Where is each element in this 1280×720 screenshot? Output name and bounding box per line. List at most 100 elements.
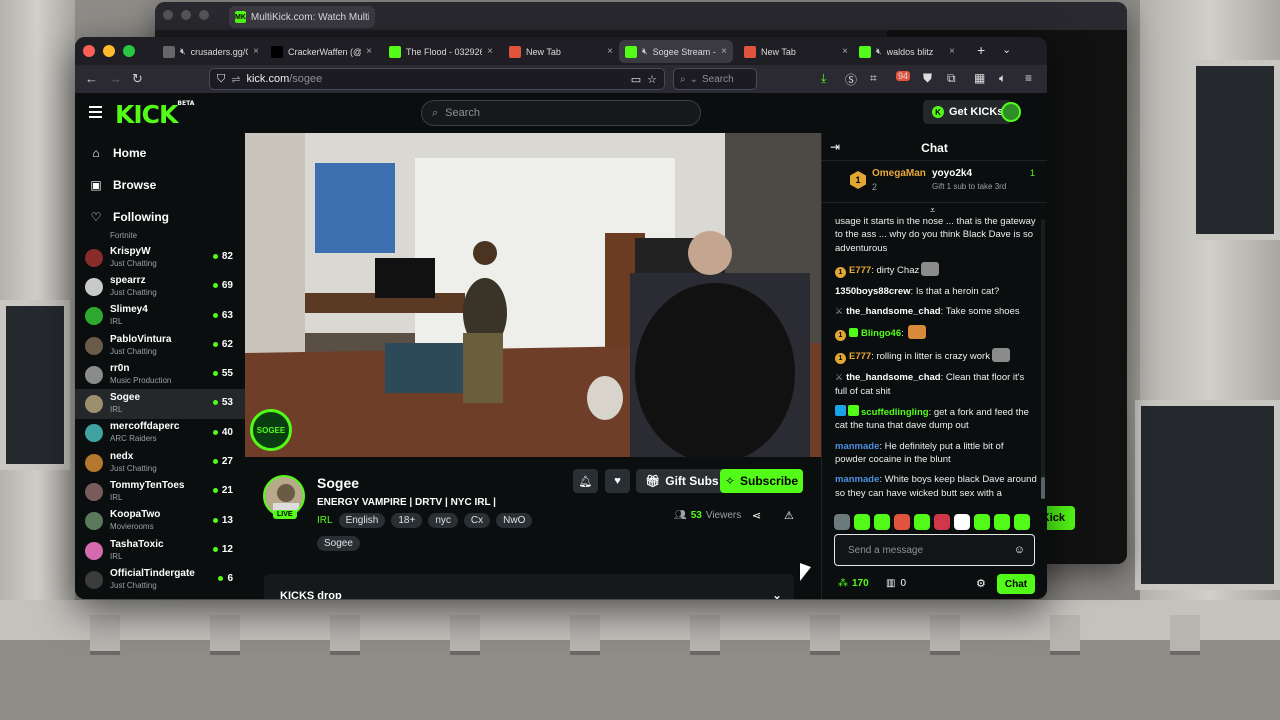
browser-tab[interactable]: 🔇︎ waldos blitz × bbox=[853, 40, 961, 63]
leaderboard-user[interactable]: OmegaMan bbox=[872, 168, 926, 179]
kicks-drop-panel[interactable]: KICKS drop ⌄ bbox=[264, 574, 794, 599]
stream-category[interactable]: IRL bbox=[317, 515, 333, 526]
speaker-icon[interactable]: 🔈︎ bbox=[999, 71, 1006, 86]
stream-tag[interactable]: Sogee bbox=[317, 536, 360, 551]
chat-username[interactable]: E777 bbox=[849, 265, 871, 276]
list-tabs-chevron-icon[interactable]: ⌄ bbox=[1002, 43, 1011, 56]
tab-close-icon[interactable]: × bbox=[253, 46, 259, 57]
tab-close-icon[interactable]: × bbox=[842, 46, 848, 57]
following-item[interactable]: PabloVintura Just Chatting 62 bbox=[75, 331, 245, 360]
reload-icon[interactable]: ↻ bbox=[132, 71, 143, 87]
chat-users[interactable]: ▥ 0 bbox=[886, 578, 906, 589]
hamburger-menu-icon[interactable] bbox=[89, 106, 102, 121]
search-bar[interactable]: ⌕ ⌄ Search bbox=[673, 68, 757, 90]
emote-icon[interactable] bbox=[854, 514, 870, 530]
gift-subs-button[interactable]: 🎁︎ Gift Subs bbox=[636, 469, 728, 493]
chat-settings-gear-icon[interactable]: ⚙ bbox=[976, 577, 986, 590]
video-player[interactable]: SOGEE bbox=[245, 133, 821, 457]
leaderboard-user[interactable]: yoyo2k4 bbox=[932, 168, 972, 179]
streamer-name[interactable]: Sogee bbox=[317, 475, 359, 491]
chat-send-button[interactable]: Chat bbox=[997, 574, 1035, 594]
following-item[interactable]: OfficialTindergate Just Chatting 6 bbox=[75, 565, 245, 594]
browser-tab[interactable]: The Flood - 032926 - × bbox=[383, 40, 499, 63]
sidebar-item-following[interactable]: ♡ Following bbox=[89, 201, 245, 233]
browser-tab[interactable]: New Tab × bbox=[738, 40, 854, 63]
following-item[interactable]: KrispyW Just Chatting 82 bbox=[75, 243, 245, 272]
shield-icon[interactable]: ⛉ bbox=[217, 73, 225, 86]
following-item[interactable]: rr0n Music Production 55 bbox=[75, 360, 245, 389]
back-arrow-icon[interactable]: ← bbox=[85, 71, 98, 86]
grid-icon[interactable]: ▦ bbox=[974, 71, 985, 85]
tab-close-icon[interactable]: × bbox=[487, 46, 493, 57]
browser-tab[interactable]: 🔇︎Sogee Stream - W× bbox=[619, 40, 733, 63]
kick-search-input[interactable]: ⌕ Search bbox=[421, 100, 701, 126]
channel-points[interactable]: ⁂ 170 bbox=[838, 578, 869, 589]
emoji-icon[interactable]: ☺ bbox=[1014, 544, 1025, 556]
user-avatar[interactable] bbox=[1001, 102, 1021, 122]
chat-username[interactable]: manmade bbox=[835, 441, 879, 452]
following-item[interactable]: nedx Just Chatting 27 bbox=[75, 448, 245, 477]
emote-icon[interactable] bbox=[934, 514, 950, 530]
new-tab-button[interactable]: + bbox=[977, 42, 985, 58]
chat-username[interactable]: the_handsome_chad bbox=[846, 372, 941, 383]
tab-close-icon[interactable]: × bbox=[366, 46, 372, 57]
emote-icon[interactable] bbox=[994, 514, 1010, 530]
emote-icon[interactable] bbox=[954, 514, 970, 530]
following-item[interactable]: TashaToxic IRL 12 bbox=[75, 536, 245, 565]
get-kicks-button[interactable]: K Get KICKs bbox=[923, 100, 1013, 124]
emote-icon[interactable] bbox=[834, 514, 850, 530]
stream-tag[interactable]: 18+ bbox=[391, 513, 423, 528]
browser-tab[interactable]: 🔇︎crusaders.gg/CIA× bbox=[157, 40, 265, 63]
extension-badge[interactable]: 94 bbox=[896, 71, 911, 81]
stream-tag[interactable]: nyc bbox=[428, 513, 458, 528]
following-item[interactable]: Slimey4 IRL 63 bbox=[75, 302, 245, 331]
scroll-to-bottom-icon[interactable]: ⩡ bbox=[930, 205, 935, 216]
follow-heart-button[interactable]: ♥ bbox=[605, 469, 630, 493]
sidebar-item-browse[interactable]: ▣ Browse bbox=[89, 169, 245, 201]
ublock-icon[interactable]: ⛊ bbox=[923, 71, 932, 86]
reader-mode-icon[interactable]: ▭ bbox=[631, 73, 641, 86]
following-item[interactable]: spearrz Just Chatting 69 bbox=[75, 272, 245, 301]
forward-arrow-icon[interactable]: → bbox=[109, 71, 122, 86]
crop-icon[interactable]: ⌗ bbox=[870, 71, 877, 86]
tab-close-icon[interactable]: × bbox=[721, 46, 727, 57]
browser-tab[interactable]: CrackerWaffen (@Thel× bbox=[265, 40, 378, 63]
chevron-down-icon[interactable]: ⌄ bbox=[772, 588, 782, 599]
chat-username[interactable]: 1350boys88crew bbox=[835, 286, 911, 297]
chat-scrollbar[interactable] bbox=[1041, 219, 1045, 499]
minimize-window-icon[interactable] bbox=[103, 45, 115, 57]
close-window-icon[interactable] bbox=[83, 45, 95, 57]
chat-username[interactable]: the_handsome_chad bbox=[846, 306, 941, 317]
chat-message-input[interactable]: Send a message ☺ bbox=[834, 534, 1035, 566]
extensions-puzzle-icon[interactable]: ⧉ bbox=[947, 71, 956, 86]
following-item[interactable]: Sogee IRL 53 bbox=[75, 389, 245, 419]
tab-muted-speaker-icon[interactable]: 🔇︎ bbox=[642, 46, 648, 57]
emote-icon[interactable] bbox=[1014, 514, 1030, 530]
browser-tab[interactable]: New Tab × bbox=[503, 40, 619, 63]
chat-username[interactable]: scuffedlingling bbox=[861, 407, 929, 418]
extension-s-icon[interactable]: Ⓢ bbox=[845, 71, 857, 88]
page-info-icon[interactable]: ⇌ bbox=[231, 73, 240, 86]
share-icon[interactable]: ⋖ bbox=[752, 509, 761, 522]
following-item[interactable]: mercoffdaperc ARC Raiders 40 bbox=[75, 419, 245, 448]
tab-muted-speaker-icon[interactable]: 🔇︎ bbox=[876, 46, 882, 57]
emote-icon[interactable] bbox=[914, 514, 930, 530]
emote-icon[interactable] bbox=[974, 514, 990, 530]
chat-username[interactable]: E777 bbox=[849, 351, 871, 362]
tab-muted-speaker-icon[interactable]: 🔇︎ bbox=[180, 46, 186, 57]
sidebar-item-home[interactable]: ⌂ Home bbox=[89, 137, 245, 169]
address-bar[interactable]: ⛉ ⇌ kick.com/sogee ▭ ☆ bbox=[209, 68, 665, 90]
following-item[interactable]: TommyTenToes IRL 21 bbox=[75, 477, 245, 506]
subscribe-button[interactable]: ✧ Subscribe bbox=[720, 469, 803, 493]
kick-logo[interactable]: KICKBETA bbox=[115, 100, 194, 129]
stream-tag[interactable]: NwO bbox=[496, 513, 533, 528]
chat-username[interactable]: Blingo46 bbox=[861, 328, 901, 339]
stream-tag[interactable]: English bbox=[338, 513, 386, 528]
bookmark-star-icon[interactable]: ☆ bbox=[647, 73, 657, 86]
tab-close-icon[interactable]: × bbox=[949, 46, 955, 57]
menu-icon[interactable]: ≡ bbox=[1025, 71, 1032, 85]
stream-tag[interactable]: Cx bbox=[463, 513, 491, 528]
chat-username[interactable]: manmade bbox=[835, 474, 879, 485]
emote-icon[interactable] bbox=[894, 514, 910, 530]
report-warning-icon[interactable]: ⚠ bbox=[784, 509, 794, 522]
